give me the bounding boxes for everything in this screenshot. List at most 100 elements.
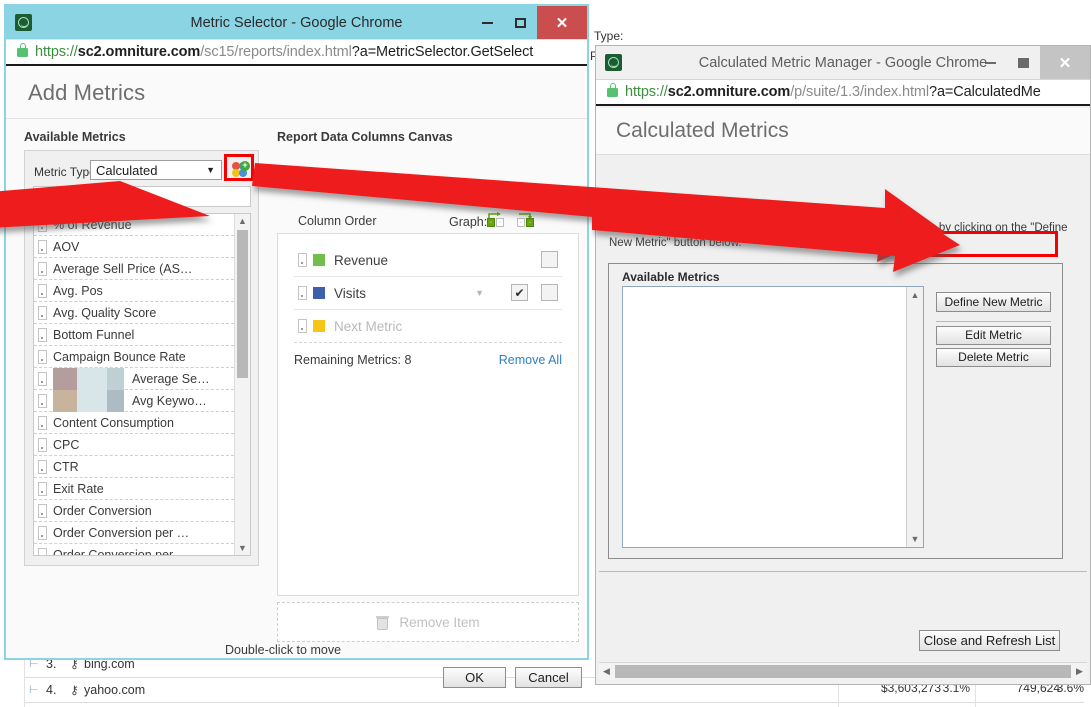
metric-list-item-label: Campaign Bounce Rate bbox=[53, 349, 186, 364]
drag-handle[interactable] bbox=[38, 503, 47, 518]
ok-button[interactable]: OK bbox=[443, 667, 506, 688]
drag-handle[interactable] bbox=[38, 547, 47, 555]
background-row-label[interactable]: yahoo.com bbox=[84, 683, 145, 697]
calc-list-scrollbar[interactable]: ▲ ▼ bbox=[906, 287, 923, 547]
metric-list-item[interactable]: Average Se… bbox=[34, 367, 234, 390]
drag-handle[interactable] bbox=[38, 305, 47, 320]
canvas-row-visits[interactable]: Visits ▼ ✔ bbox=[294, 277, 562, 310]
define-new-metric-highlight-box bbox=[919, 231, 1058, 257]
drag-handle[interactable] bbox=[38, 371, 47, 386]
metric-url-bar[interactable]: https://sc2.omniture.com/sc15/reports/in… bbox=[6, 39, 587, 66]
calc-available-metrics-list[interactable]: ▲ ▼ bbox=[622, 286, 924, 548]
maximize-button[interactable] bbox=[1007, 46, 1040, 79]
drag-handle[interactable] bbox=[38, 283, 47, 298]
cancel-button[interactable]: Cancel bbox=[515, 667, 582, 688]
metric-window-titlebar[interactable]: Metric Selector - Google Chrome ✕ bbox=[6, 6, 587, 39]
scroll-right-arrow[interactable]: ▶ bbox=[1072, 666, 1087, 677]
metric-color-swatch bbox=[313, 320, 325, 332]
scroll-down-arrow[interactable]: ▼ bbox=[235, 541, 250, 555]
close-and-refresh-list-button[interactable]: Close and Refresh List bbox=[919, 630, 1060, 651]
remove-item-drop-zone[interactable]: Remove Item bbox=[277, 602, 579, 642]
calc-url-bar[interactable]: https://sc2.omniture.com/p/suite/1.3/ind… bbox=[596, 79, 1090, 106]
metric-list-item[interactable]: Exit Rate bbox=[34, 478, 234, 500]
maximize-button[interactable] bbox=[504, 6, 537, 39]
close-button[interactable]: ✕ bbox=[537, 6, 587, 39]
drag-handle[interactable] bbox=[38, 437, 47, 452]
drag-handle[interactable] bbox=[298, 319, 307, 333]
scroll-thumb[interactable] bbox=[615, 665, 1071, 678]
canvas-row-label: Next Metric bbox=[334, 318, 403, 334]
metric-list-item[interactable]: % of Revenue bbox=[34, 214, 234, 236]
drag-handle[interactable] bbox=[38, 525, 47, 540]
metric-list-item[interactable]: Avg Keywo… bbox=[34, 389, 234, 412]
scroll-up-arrow[interactable]: ▲ bbox=[235, 214, 250, 228]
graph-order-first-icon[interactable]: ▫ ▫ bbox=[487, 212, 504, 227]
delete-metric-button[interactable]: Delete Metric bbox=[936, 348, 1051, 367]
background-type-label: Type: bbox=[594, 29, 624, 43]
scroll-up-arrow[interactable]: ▲ bbox=[907, 288, 923, 302]
metric-list-item[interactable]: Order Conversion bbox=[34, 500, 234, 522]
metric-list-item[interactable]: Order Conversion per … bbox=[34, 522, 234, 544]
metric-url-text: https://sc2.omniture.com/sc15/reports/in… bbox=[35, 44, 533, 60]
canvas-row-label: Revenue bbox=[334, 252, 389, 268]
minimize-button[interactable] bbox=[974, 46, 1007, 79]
graph-checkbox[interactable] bbox=[541, 251, 558, 268]
chevron-down-icon[interactable]: ▼ bbox=[475, 288, 484, 298]
scroll-thumb[interactable] bbox=[237, 230, 248, 378]
remove-all-link[interactable]: Remove All bbox=[499, 353, 562, 367]
metric-list-item[interactable]: Order Conversion per … bbox=[34, 544, 234, 555]
graph-checkbox[interactable] bbox=[541, 284, 558, 301]
metric-list-item[interactable]: Avg. Quality Score bbox=[34, 302, 234, 324]
drag-handle[interactable] bbox=[38, 261, 47, 276]
primary-metric-checkbox[interactable]: ✔ bbox=[511, 284, 528, 301]
metric-window-controls[interactable]: ✕ bbox=[471, 6, 587, 39]
metric-type-select[interactable]: Calculated ▼ bbox=[90, 160, 222, 180]
metric-list-item[interactable]: Average Sell Price (AS… bbox=[34, 258, 234, 280]
canvas-row-next-metric[interactable]: Next Metric bbox=[294, 310, 562, 343]
calculated-metric-manager-window[interactable]: Calculated Metric Manager - Google Chrom… bbox=[595, 45, 1091, 685]
calc-window-titlebar[interactable]: Calculated Metric Manager - Google Chrom… bbox=[596, 46, 1090, 79]
canvas-row-revenue[interactable]: Revenue bbox=[294, 244, 562, 277]
drag-handle[interactable] bbox=[38, 415, 47, 430]
metric-selector-window[interactable]: Metric Selector - Google Chrome ✕ https:… bbox=[4, 4, 589, 688]
metric-color-swatch bbox=[313, 254, 325, 266]
metric-list-item[interactable]: Bottom Funnel bbox=[34, 324, 234, 346]
drag-handle[interactable] bbox=[38, 239, 47, 254]
edit-metric-button[interactable]: Edit Metric bbox=[936, 326, 1051, 345]
drag-handle[interactable] bbox=[38, 393, 47, 408]
metric-list-item[interactable]: CPC bbox=[34, 434, 234, 456]
report-data-columns-canvas[interactable]: Revenue Visits ▼ ✔ Next Metric Remaining… bbox=[277, 233, 579, 596]
calc-window-controls[interactable]: ✕ bbox=[974, 46, 1090, 79]
define-new-metric-button[interactable]: Define New Metric bbox=[936, 292, 1051, 312]
close-button[interactable]: ✕ bbox=[1040, 46, 1090, 79]
drag-handle[interactable] bbox=[38, 459, 47, 474]
url-path: /sc15/reports/index.html bbox=[200, 44, 352, 60]
adobe-analytics-favicon bbox=[15, 14, 32, 31]
metric-list-item-label: Order Conversion per … bbox=[53, 525, 190, 540]
available-metrics-scrollbar[interactable]: ▲ ▼ bbox=[234, 214, 250, 555]
drag-handle[interactable] bbox=[38, 327, 47, 342]
minimize-button[interactable] bbox=[471, 6, 504, 39]
drag-handle[interactable] bbox=[298, 286, 307, 300]
drag-handle[interactable] bbox=[38, 217, 47, 232]
metric-page-header: Add Metrics bbox=[6, 68, 587, 119]
available-metrics-list[interactable]: % of Revenue AOV Average Sell Price (AS… Av… bbox=[33, 213, 251, 556]
scroll-left-arrow[interactable]: ◀ bbox=[599, 666, 614, 677]
drag-handle[interactable] bbox=[38, 481, 47, 496]
metric-search-input[interactable]: Search bbox=[33, 186, 251, 207]
graph-order-last-icon[interactable]: ▫ ▫ bbox=[517, 212, 534, 227]
metric-list-item[interactable]: Avg. Pos bbox=[34, 280, 234, 302]
drag-handle[interactable] bbox=[298, 253, 307, 267]
metric-list-item[interactable]: AOV bbox=[34, 236, 234, 258]
background-column-divider bbox=[24, 652, 25, 707]
metric-list-item-label: % of Revenue bbox=[53, 217, 132, 232]
metric-list-item[interactable]: CTR bbox=[34, 456, 234, 478]
metric-list-item-label: Average Se… bbox=[132, 371, 210, 386]
metric-list-item[interactable]: Content Consumption bbox=[34, 412, 234, 434]
metric-list-item[interactable]: Campaign Bounce Rate bbox=[34, 346, 234, 368]
calc-horizontal-scrollbar[interactable]: ◀ ▶ bbox=[599, 662, 1087, 680]
color-swatch bbox=[77, 389, 107, 412]
metric-list-item-label: Average Sell Price (AS… bbox=[53, 261, 193, 276]
drag-handle[interactable] bbox=[38, 349, 47, 364]
scroll-down-arrow[interactable]: ▼ bbox=[907, 532, 923, 546]
